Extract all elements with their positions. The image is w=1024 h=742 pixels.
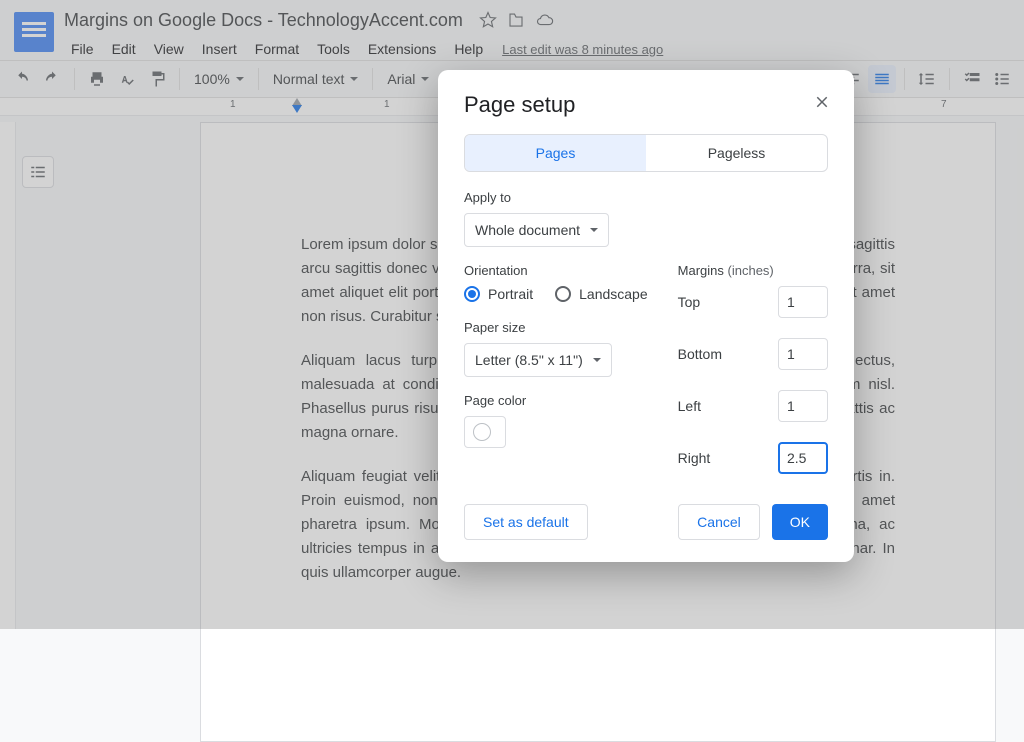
margin-top-label: Top [678,294,701,310]
ok-button[interactable]: OK [772,504,828,540]
tab-pageless[interactable]: Pageless [646,135,827,171]
margin-left-label: Left [678,398,701,414]
dialog-title: Page setup [464,92,828,118]
margins-label: Margins (inches) [678,263,828,278]
tab-pages[interactable]: Pages [465,135,646,171]
set-as-default-button[interactable]: Set as default [464,504,588,540]
paper-size-select[interactable]: Letter (8.5" x 11") [464,343,612,377]
margin-left-input[interactable] [778,390,828,422]
apply-to-label: Apply to [464,190,828,205]
radio-icon [464,286,480,302]
radio-icon [555,286,571,302]
mode-tabs: Pages Pageless [464,134,828,172]
orientation-label: Orientation [464,263,648,278]
chevron-down-icon [593,358,601,366]
close-icon [813,93,831,111]
margin-bottom-label: Bottom [678,346,722,362]
close-button[interactable] [810,90,834,114]
margin-right-label: Right [678,450,711,466]
margin-bottom-input[interactable] [778,338,828,370]
paper-size-label: Paper size [464,320,648,335]
page-color-select[interactable] [464,416,506,448]
apply-to-value: Whole document [475,222,580,238]
cancel-button[interactable]: Cancel [678,504,760,540]
chevron-down-icon [590,228,598,236]
orientation-portrait-option[interactable]: Portrait [464,286,533,302]
orientation-landscape-option[interactable]: Landscape [555,286,648,302]
color-swatch-icon [473,423,491,441]
page-setup-dialog: Page setup Pages Pageless Apply to Whole… [438,70,854,562]
margin-top-input[interactable] [778,286,828,318]
paper-size-value: Letter (8.5" x 11") [475,352,583,368]
page-color-label: Page color [464,393,648,408]
margin-right-input[interactable] [778,442,828,474]
apply-to-select[interactable]: Whole document [464,213,609,247]
